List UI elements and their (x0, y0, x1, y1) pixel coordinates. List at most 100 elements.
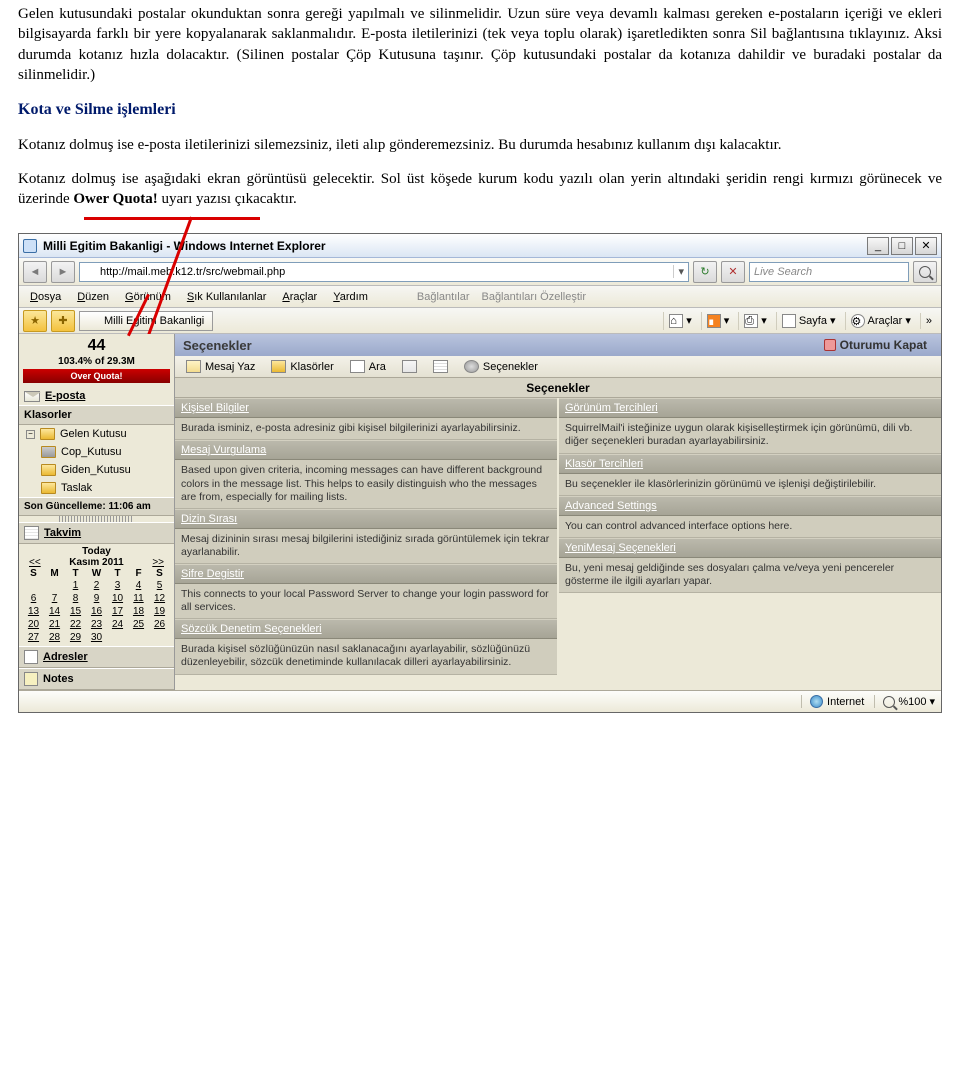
cal-day[interactable]: 19 (149, 605, 170, 618)
feeds-button[interactable]: ∎▾ (701, 312, 735, 330)
logout-button[interactable]: Oturumu Kapat (818, 337, 933, 353)
zoom-indicator[interactable]: %100 ▾ (874, 695, 935, 708)
klasorler-button[interactable]: Klasörler (264, 358, 340, 375)
cal-day[interactable]: 18 (128, 605, 149, 618)
close-button[interactable]: ✕ (915, 237, 937, 255)
opt-kisisel[interactable]: Kişisel Bilgiler (175, 398, 557, 418)
cal-day[interactable]: 21 (44, 618, 65, 631)
cal-day[interactable]: 15 (65, 605, 86, 618)
paragraph-intro: Gelen kutusundaki postalar okunduktan so… (18, 4, 942, 85)
opt-yenimesaj-desc: Bu, yeni mesaj geldiğinde ses dosyaları … (559, 558, 941, 593)
browser-tab[interactable]: Milli Egitim Bakanligi (79, 311, 213, 331)
maximize-button[interactable]: □ (891, 237, 913, 255)
quota-text: 103.4% of 29.3M (19, 355, 174, 368)
home-button[interactable]: ⌂▾ (663, 312, 697, 330)
folder-cop[interactable]: Cop_Kutusu (19, 443, 174, 461)
search-go-button[interactable] (913, 261, 937, 283)
quota-bar: Over Quota! (23, 369, 170, 383)
secenekler-button[interactable]: Seçenekler (457, 358, 545, 375)
notes-header[interactable]: Notes (19, 668, 174, 690)
globe-icon (810, 695, 823, 708)
eposta-link[interactable]: E-posta (19, 387, 174, 405)
cal-day[interactable]: 2 (86, 579, 107, 592)
cal-day[interactable]: 28 (44, 631, 65, 644)
menu-yardim[interactable]: Yardım (326, 289, 375, 305)
cal-day[interactable]: 25 (128, 618, 149, 631)
cal-tb-button[interactable] (426, 358, 455, 375)
favorites-star-icon[interactable]: ★ (23, 310, 47, 332)
klasorler-header: Klasorler (19, 405, 174, 425)
menu-sik[interactable]: Sık Kullanılanlar (180, 289, 274, 305)
page-button[interactable]: Sayfa ▾ (776, 312, 841, 330)
folder-gelen[interactable]: − Gelen Kutusu (19, 425, 174, 443)
opt-sozcuk[interactable]: Sözcük Denetim Seçenekleri (175, 619, 557, 639)
cal-day[interactable]: 3 (107, 579, 128, 592)
add-favorites-icon[interactable]: ✚ (51, 310, 75, 332)
opt-sifre[interactable]: Sifre Degistir (175, 564, 557, 584)
cal-day[interactable]: 23 (86, 618, 107, 631)
cal-day[interactable]: 30 (86, 631, 107, 644)
cal-day[interactable]: 5 (149, 579, 170, 592)
cal-day[interactable]: 24 (107, 618, 128, 631)
cal-day[interactable]: 26 (149, 618, 170, 631)
opt-advanced[interactable]: Advanced Settings (559, 496, 941, 516)
cal-day[interactable]: 29 (65, 631, 86, 644)
cal-day[interactable]: 17 (107, 605, 128, 618)
cal-day[interactable]: 20 (23, 618, 44, 631)
opt-dizin[interactable]: Dizin Sırası (175, 509, 557, 529)
refresh-button[interactable]: ↻ (693, 261, 717, 283)
cal-day[interactable]: 8 (65, 592, 86, 605)
forward-button[interactable]: ► (51, 261, 75, 283)
cal-day[interactable]: 12 (149, 592, 170, 605)
cal-day[interactable]: 4 (128, 579, 149, 592)
adresler-header[interactable]: Adresler (19, 646, 174, 668)
cal-next[interactable]: >> (152, 557, 164, 568)
cal-day[interactable]: 1 (65, 579, 86, 592)
left-panel: 44 103.4% of 29.3M Over Quota! E-posta K… (19, 334, 175, 690)
minimize-button[interactable]: _ (867, 237, 889, 255)
options-grid: Kişisel BilgilerBurada isminiz, e-posta … (175, 398, 941, 674)
cal-day[interactable]: 22 (65, 618, 86, 631)
back-button[interactable]: ◄ (23, 261, 47, 283)
opt-yenimesaj[interactable]: YeniMesaj Seçenekleri (559, 538, 941, 558)
menu-dosya[interactable]: Dosya (23, 289, 68, 305)
cal-day[interactable]: 7 (44, 592, 65, 605)
cal-day[interactable]: 10 (107, 592, 128, 605)
zone-indicator[interactable]: Internet (801, 695, 864, 708)
search-box[interactable]: Live Search (749, 262, 909, 282)
menu-duzen[interactable]: Düzen (70, 289, 116, 305)
zoom-dropdown-icon[interactable]: ▾ (929, 695, 935, 708)
cal-day[interactable]: 11 (128, 592, 149, 605)
url-input[interactable] (100, 266, 669, 278)
url-dropdown-icon[interactable]: ▾ (673, 265, 684, 278)
calendar-widget: Today << Kasım 2011 >> SMTWTFS1234567891… (19, 544, 174, 646)
cal-day[interactable]: 13 (23, 605, 44, 618)
chevron-button[interactable]: » (920, 313, 937, 329)
cal-day[interactable]: 6 (23, 592, 44, 605)
cal-day[interactable]: 14 (44, 605, 65, 618)
opt-sozcuk-desc: Burada kişisel sözlüğünüzün nasıl saklan… (175, 639, 557, 674)
cal-day[interactable]: 9 (86, 592, 107, 605)
links-customize[interactable]: Bağlantıları Özelleştir (481, 291, 586, 303)
tools-button[interactable]: ⚙Araçlar ▾ (845, 312, 916, 330)
stop-button[interactable]: ✕ (721, 261, 745, 283)
mesaj-yaz-button[interactable]: Mesaj Yaz (179, 358, 262, 375)
folder-taslak[interactable]: Taslak (19, 479, 174, 497)
print-icon: ⎙ (744, 314, 758, 328)
print-button[interactable]: ⎙▾ (738, 312, 772, 330)
cal-day[interactable]: 27 (23, 631, 44, 644)
tree-toggle-icon[interactable]: − (26, 430, 35, 439)
nav-bar: ◄ ► ▾ ↻ ✕ Live Search (19, 258, 941, 286)
menu-araclar[interactable]: Araçlar (275, 289, 324, 305)
opt-gorunum[interactable]: Görünüm Tercihleri (559, 398, 941, 418)
folder-giden[interactable]: Giden_Kutusu (19, 461, 174, 479)
cal-prev[interactable]: << (29, 557, 41, 568)
takvim-header[interactable]: Takvim (19, 522, 174, 544)
search-icon (350, 360, 365, 373)
addr-tb-button[interactable] (395, 358, 424, 375)
ara-button[interactable]: Ara (343, 358, 393, 375)
cal-day[interactable]: 16 (86, 605, 107, 618)
address-icon (402, 360, 417, 373)
opt-vurgulama[interactable]: Mesaj Vurgulama (175, 440, 557, 460)
opt-klasor[interactable]: Klasör Tercihleri (559, 454, 941, 474)
